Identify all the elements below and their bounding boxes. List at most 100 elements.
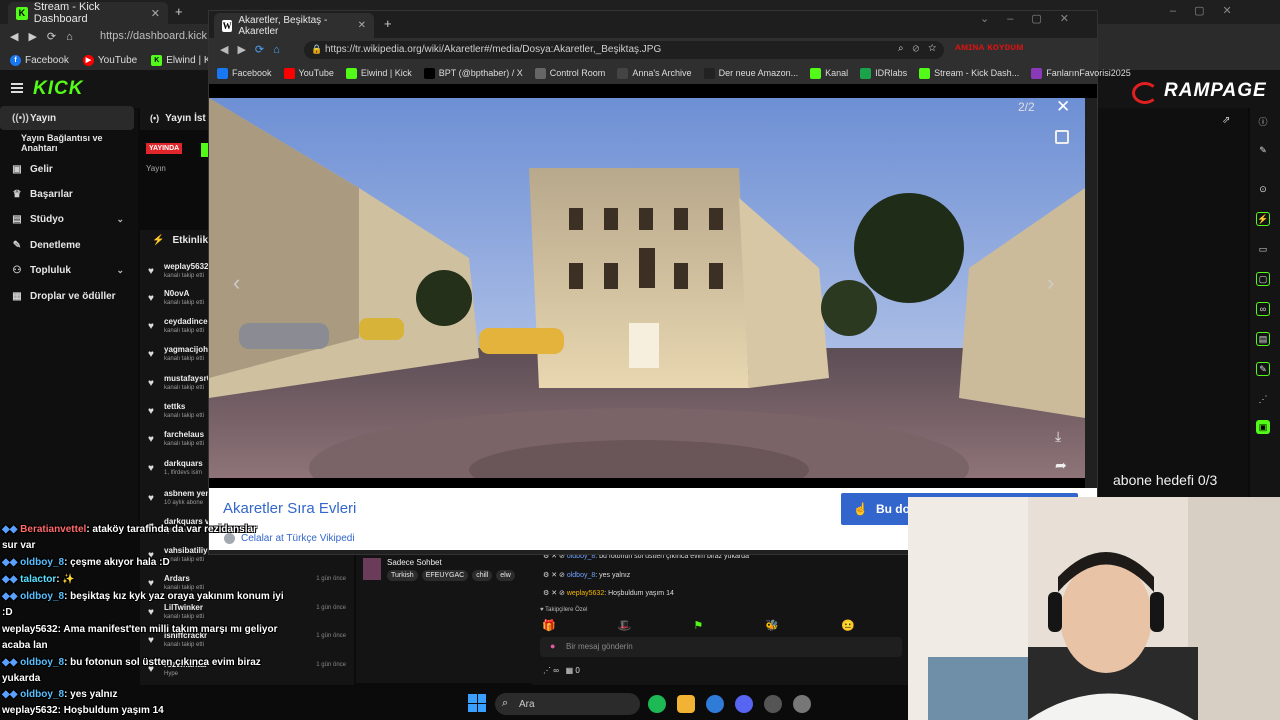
chat-badge-icon: ◆◆ xyxy=(2,657,18,668)
emote-row: 🎁 🎩 ⚑ 🐝 😐 xyxy=(542,619,855,632)
popout-icon[interactable]: ⇗ xyxy=(1222,115,1230,126)
media-viewer-topbar xyxy=(209,84,1097,98)
overlay-chat-line: sur var xyxy=(2,540,36,551)
chrome-icon[interactable] xyxy=(706,695,724,713)
tag[interactable]: elw xyxy=(496,570,515,581)
tag[interactable]: EFEUYGAC xyxy=(421,570,469,581)
chat-footer: ⋰ ∞ ▦ 0 xyxy=(543,666,580,675)
gift-icon[interactable]: ▦ xyxy=(566,666,574,675)
settings-icon[interactable]: ⊙ xyxy=(1256,182,1270,196)
chevron-down-icon: ⌄ xyxy=(116,264,124,275)
window-controls[interactable]: ⌄–▢✕ xyxy=(980,12,1087,25)
media-viewer-bottom xyxy=(209,478,1085,488)
heart-icon: ♥ xyxy=(148,293,154,304)
discord-icon[interactable] xyxy=(735,695,753,713)
next-image-arrow-icon[interactable]: › xyxy=(1047,270,1054,296)
spotify-icon[interactable] xyxy=(648,695,666,713)
chat-badge-icon: ◆◆ xyxy=(2,591,18,602)
bookmark-item[interactable]: FanlarınFavorisi2025 xyxy=(1031,67,1131,79)
chat-badge-icon: ◆◆ xyxy=(2,689,18,700)
heart-icon: ♥ xyxy=(148,266,154,277)
idrlabs-icon xyxy=(860,67,872,79)
edit-icon[interactable]: ✎ xyxy=(1256,143,1270,157)
close-icon[interactable]: ✕ xyxy=(1056,97,1070,117)
chat-message: ⚙ ✕ ⊘ weplay5632: Hoşbuldum yaşım 14 xyxy=(543,590,674,597)
rampage-logo: RAMPAGE xyxy=(1164,80,1267,101)
heart-icon: ♥ xyxy=(148,463,154,474)
overlay-chat-line: yukarda xyxy=(2,673,41,684)
document-icon[interactable]: ▭ xyxy=(1256,242,1270,256)
chat-badge-icon: ◆◆ xyxy=(2,574,18,585)
bookmark-item[interactable]: Der neue Amazon... xyxy=(703,67,798,79)
sidebar-item-droplar[interactable]: ▦ Droplar ve ödüller xyxy=(0,284,134,308)
emote-icon[interactable]: ⚑ xyxy=(693,619,703,632)
bookmark-item[interactable]: Control Room xyxy=(534,67,605,79)
share-icon[interactable]: ⋰ xyxy=(1256,392,1270,406)
share-icon[interactable]: ⋰ xyxy=(543,666,551,675)
chat-badge-icon: ◆◆ xyxy=(2,524,18,535)
heart-icon: ♥ xyxy=(148,406,154,417)
overlay-sticker-text: ᴀᴍɪɴᴀ ᴋᴏʏᴅᴜᴍ xyxy=(955,42,1024,53)
emote-icon[interactable]: 🐝 xyxy=(765,619,779,632)
emote-icon[interactable]: 😐 xyxy=(841,619,855,632)
overlay-chat-line: ◆◆ talactor: ✨ xyxy=(2,574,75,585)
sidebar-item-studyo[interactable]: ▤ Stüdyo ⌄ xyxy=(0,207,134,231)
message-placeholder: Bir mesaj gönderin xyxy=(566,642,633,651)
wrench-icon[interactable]: ✎ xyxy=(1256,362,1270,376)
previous-image-arrow-icon[interactable]: ‹ xyxy=(233,270,240,296)
stream-title: Sadece Sohbet xyxy=(387,558,442,567)
chat-badge-icon: ◆◆ xyxy=(2,557,18,568)
bookmark-item[interactable]: IDRlabs xyxy=(860,67,907,79)
file-explorer-icon[interactable] xyxy=(677,695,695,713)
sidebar-item-denetleme[interactable]: ✎ Denetleme xyxy=(0,233,134,257)
image-counter: 2/2 xyxy=(1018,100,1035,114)
heart-icon: ♥ xyxy=(148,493,154,504)
wrench-icon: ✎ xyxy=(12,239,22,251)
bookmark-item[interactable]: YouTube xyxy=(283,67,334,79)
heart-icon: ♥ xyxy=(148,378,154,389)
overlay-chat-line: ◆◆ oldboy_8: beşiktaş kız kyk yaz oraya … xyxy=(2,591,284,602)
bookmark-item[interactable]: BPT (@bpthaber) / X xyxy=(423,67,523,79)
overlay-chat-line: ◆◆ oldboy_8: bu fotonun sol üstten çıkın… xyxy=(2,657,261,668)
windows-start-icon[interactable] xyxy=(468,694,486,712)
caption-author[interactable]: Celalar at Türkçe Vikipedi xyxy=(241,533,355,544)
link-icon[interactable]: ∞ xyxy=(1256,302,1270,316)
emote-icon[interactable]: 🎁 xyxy=(542,619,556,632)
info-icon[interactable]: ⓘ xyxy=(1256,114,1270,128)
heart-icon: ♥ xyxy=(148,321,154,332)
bookmark-item[interactable]: Kanal xyxy=(810,67,848,79)
chat-icon[interactable]: ▢ xyxy=(1256,272,1270,286)
mic-icon[interactable]: ● xyxy=(550,641,555,651)
new-tab-icon[interactable]: + xyxy=(384,16,392,31)
clapper-icon[interactable]: ▣ xyxy=(1256,420,1270,434)
obs-icon[interactable] xyxy=(764,695,782,713)
stream-tags: Turkish EFEUYGAC chill elw xyxy=(387,570,515,581)
overlay-chat-line: ◆◆ oldboy_8: çeşme akıyor hala :D xyxy=(2,557,170,568)
kick-icon xyxy=(810,67,822,79)
fullscreen-icon[interactable] xyxy=(1055,130,1069,144)
taskbar-search-text: Ara xyxy=(519,699,535,710)
bookmark-item[interactable]: Elwind | Kick xyxy=(345,67,412,79)
lightning-icon: ⚡ xyxy=(152,235,165,246)
tag[interactable]: Turkish xyxy=(387,570,418,581)
front-url[interactable]: https://tr.wikipedia.org/wiki/Akaretler#… xyxy=(325,44,661,55)
settings-icon[interactable] xyxy=(793,695,811,713)
caption-title[interactable]: Akaretler Sıra Evleri xyxy=(223,500,356,517)
taskbar-search[interactable] xyxy=(495,693,640,715)
heart-icon: ♥ xyxy=(148,607,154,618)
share-icon[interactable]: ➦ xyxy=(1055,457,1067,474)
hand-icon: ☝ xyxy=(853,502,868,516)
bookmark-item[interactable]: Stream - Kick Dash... xyxy=(919,67,1019,79)
sidebar-item-topluluk[interactable]: ⚇ Topluluk ⌄ xyxy=(0,258,134,282)
emote-icon[interactable]: 🎩 xyxy=(618,619,632,632)
close-icon[interactable]: ✕ xyxy=(358,20,366,31)
download-icon[interactable]: ⤓ xyxy=(1055,428,1061,445)
lightning-icon[interactable]: ⚡ xyxy=(1256,212,1270,226)
bookmark-item[interactable]: Anna's Archive xyxy=(617,67,692,79)
tag[interactable]: chill xyxy=(472,570,493,581)
calendar-icon[interactable]: ▤ xyxy=(1256,332,1270,346)
infinity-icon[interactable]: ∞ xyxy=(553,666,559,675)
address-bar-actions[interactable]: ⌕⊘☆ xyxy=(898,43,945,54)
window-controls[interactable]: –▢✕ xyxy=(1170,4,1250,17)
amazon-icon xyxy=(703,67,715,79)
